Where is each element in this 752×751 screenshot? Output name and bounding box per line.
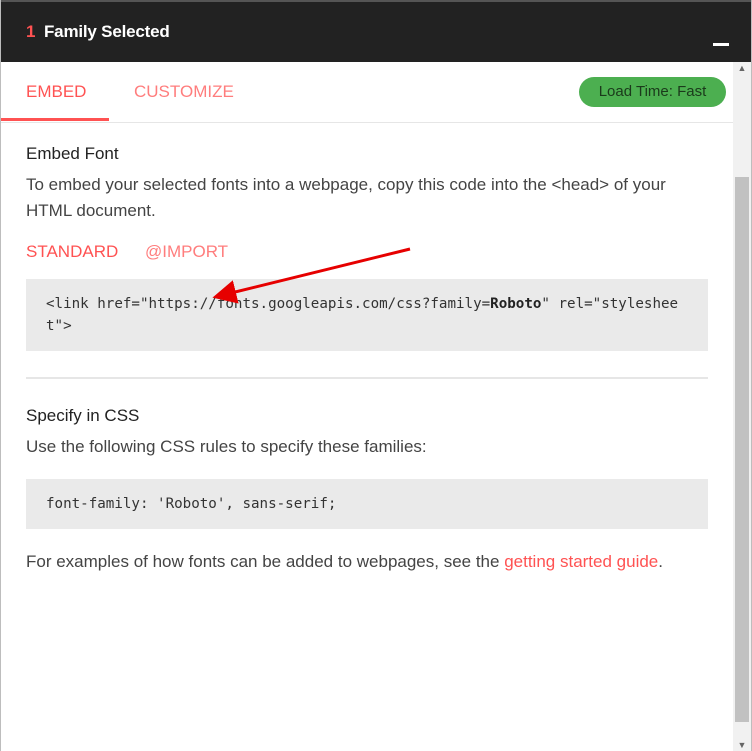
embed-font-description: To embed your selected fonts into a webp… <box>26 175 666 220</box>
scroll-up-arrow-icon[interactable]: ▲ <box>736 62 748 74</box>
vertical-scrollbar[interactable]: ▲ ▼ <box>733 62 751 751</box>
footer-note: For examples of how fonts can be added t… <box>26 549 708 575</box>
subtab-standard[interactable]: STANDARD <box>26 242 118 262</box>
css-code-box[interactable]: font-family: 'Roboto', sans-serif; <box>26 479 708 529</box>
tab-customize[interactable]: CUSTOMIZE <box>134 82 234 102</box>
specify-css-heading: Specify in CSS <box>26 406 140 425</box>
drawer-tabs: EMBED CUSTOMIZE Load Time: Fast <box>1 62 751 123</box>
embed-code-prefix: <link href="https://fonts.googleapis.com… <box>46 296 491 312</box>
embed-font-heading: Embed Font <box>26 144 119 163</box>
footer-period: . <box>658 552 663 571</box>
getting-started-link[interactable]: getting started guide <box>504 552 658 571</box>
minimize-icon[interactable] <box>713 26 729 46</box>
scroll-down-arrow-icon[interactable]: ▼ <box>736 739 748 751</box>
embed-code-box[interactable]: <link href="https://fonts.googleapis.com… <box>26 279 708 351</box>
footer-text: For examples of how fonts can be added t… <box>26 552 505 571</box>
scroll-thumb[interactable] <box>735 177 749 722</box>
embed-code-family: Roboto <box>490 296 542 312</box>
active-tab-indicator <box>1 118 109 121</box>
load-time-badge: Load Time: Fast <box>579 77 726 107</box>
tab-embed[interactable]: EMBED <box>26 82 86 102</box>
drawer-header[interactable]: 1 Family Selected <box>1 0 751 62</box>
subtab-import[interactable]: @IMPORT <box>145 242 228 262</box>
selected-count: 1 <box>26 22 36 41</box>
drawer-title: Family Selected <box>44 22 170 41</box>
font-selection-drawer: 1 Family Selected EMBED CUSTOMIZE Load T… <box>0 0 752 751</box>
specify-css-description: Use the following CSS rules to specify t… <box>26 437 427 456</box>
section-divider <box>26 377 708 379</box>
